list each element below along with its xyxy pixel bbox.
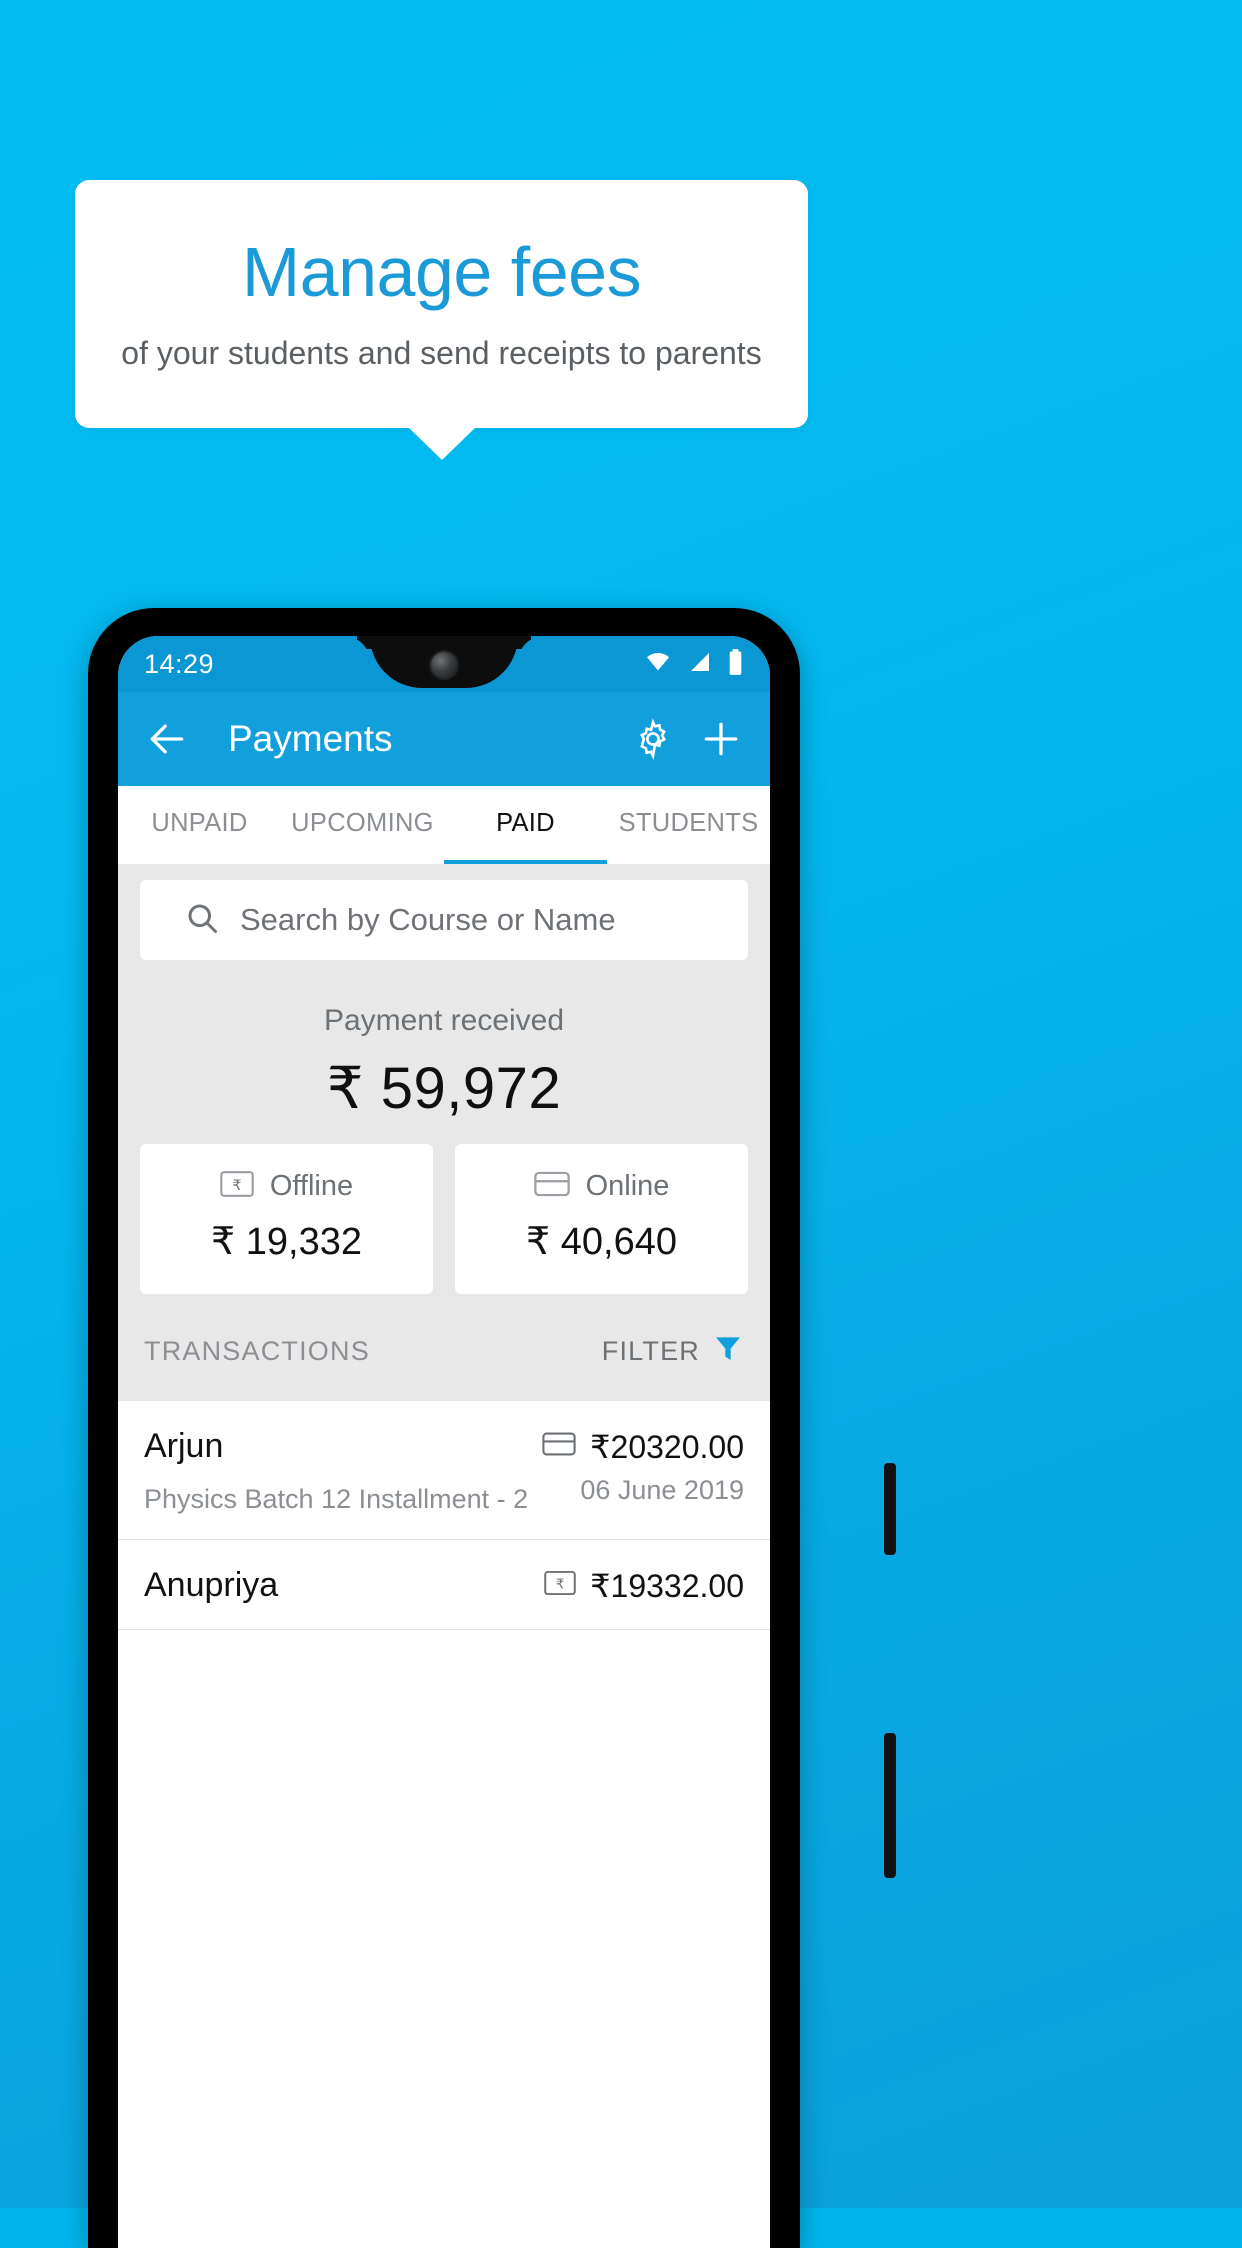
search-placeholder: Search by Course or Name [240, 902, 616, 937]
tab-students[interactable]: STUDENTS [607, 786, 770, 864]
search-input[interactable]: Search by Course or Name [140, 880, 748, 960]
transaction-date: 06 June 2019 [580, 1475, 744, 1505]
tab-unpaid[interactable]: UNPAID [118, 786, 281, 864]
signal-icon [686, 650, 714, 679]
search-icon [184, 900, 220, 941]
wifi-icon [643, 650, 673, 679]
svg-text:₹: ₹ [556, 1577, 565, 1593]
payment-received-amount: ₹ 59,972 [326, 1056, 562, 1121]
phone-volume-button [884, 1733, 896, 1878]
funnel-icon [712, 1332, 744, 1371]
promo-callout-tail [408, 427, 476, 460]
credit-card-icon [542, 1428, 576, 1465]
phone-power-button [884, 1463, 896, 1555]
transactions-list: Arjun ₹20320.00 Physics Batch 12 Install… [118, 1401, 770, 1630]
tab-upcoming[interactable]: UPCOMING [281, 786, 444, 864]
online-card-header: Online [455, 1170, 748, 1203]
table-row[interactable]: Anupriya ₹ ₹19332.00 [118, 1540, 770, 1630]
gear-icon[interactable] [630, 716, 676, 762]
online-card-label: Online [585, 1170, 670, 1202]
transaction-primary-line: Arjun ₹20320.00 [144, 1427, 744, 1466]
offline-card-header: ₹ Offline [140, 1170, 433, 1203]
transaction-secondary-line: Physics Batch 12 Installment - 2 06 June… [144, 1466, 744, 1515]
offline-card-amount: ₹ 19,332 [211, 1221, 362, 1263]
offline-card-label: Offline [269, 1170, 354, 1202]
back-arrow-icon[interactable] [144, 716, 190, 762]
svg-text:₹: ₹ [232, 1178, 241, 1194]
payment-summary: Payment received ₹ 59,972 [118, 960, 770, 1144]
payment-received-label: Payment received [323, 1004, 565, 1037]
phone-notch [370, 636, 518, 688]
promo-title: Manage fees [241, 232, 642, 311]
plus-icon[interactable] [698, 716, 744, 762]
filter-button[interactable]: FILTER [602, 1332, 744, 1371]
page-title: Payments [228, 718, 393, 759]
status-bar-clock: 14:29 [144, 648, 215, 679]
rupee-note-icon: ₹ [220, 1170, 254, 1203]
promo-callout: Manage fees of your students and send re… [75, 180, 808, 428]
search-area: Search by Course or Name [118, 864, 770, 960]
phone-frame: 14:29 Payments UNPAID UPCOMING PAID STUD… [88, 608, 896, 2248]
tab-paid[interactable]: PAID [444, 786, 607, 864]
transaction-name: Anupriya [144, 1566, 279, 1604]
transaction-amount-group: ₹20320.00 [542, 1428, 744, 1466]
transaction-amount: ₹20320.00 [590, 1428, 744, 1465]
status-bar: 14:29 [118, 636, 770, 692]
transaction-name: Arjun [144, 1427, 224, 1465]
tab-bar: UNPAID UPCOMING PAID STUDENTS [118, 786, 770, 864]
credit-card-icon [533, 1170, 570, 1203]
transaction-subtitle: Physics Batch 12 Installment - 2 [144, 1484, 529, 1514]
promo-subtitle: of your students and send receipts to pa… [121, 335, 762, 372]
online-card-amount: ₹ 40,640 [526, 1221, 677, 1263]
transaction-primary-line: Anupriya ₹ ₹19332.00 [144, 1566, 744, 1605]
transaction-amount-group: ₹ ₹19332.00 [544, 1567, 744, 1605]
phone-screen: 14:29 Payments UNPAID UPCOMING PAID STUD… [118, 636, 770, 2248]
table-row[interactable]: Arjun ₹20320.00 Physics Batch 12 Install… [118, 1401, 770, 1540]
battery-icon [727, 648, 744, 681]
status-bar-icons [643, 648, 744, 681]
filter-label: FILTER [601, 1336, 700, 1366]
app-bar: Payments [118, 692, 770, 786]
offline-summary-card[interactable]: ₹ Offline ₹ 19,332 [140, 1144, 433, 1294]
online-summary-card[interactable]: Online ₹ 40,640 [455, 1144, 748, 1294]
transactions-label: TRANSACTIONS [144, 1336, 370, 1366]
transaction-amount: ₹19332.00 [590, 1567, 744, 1604]
rupee-note-icon: ₹ [544, 1567, 576, 1604]
front-camera-icon [431, 652, 457, 678]
screen-content: Search by Course or Name Payment receive… [118, 864, 770, 1630]
transactions-header: TRANSACTIONS FILTER [118, 1294, 770, 1401]
summary-cards: ₹ Offline ₹ 19,332 Online ₹ 40,640 [118, 1144, 770, 1294]
